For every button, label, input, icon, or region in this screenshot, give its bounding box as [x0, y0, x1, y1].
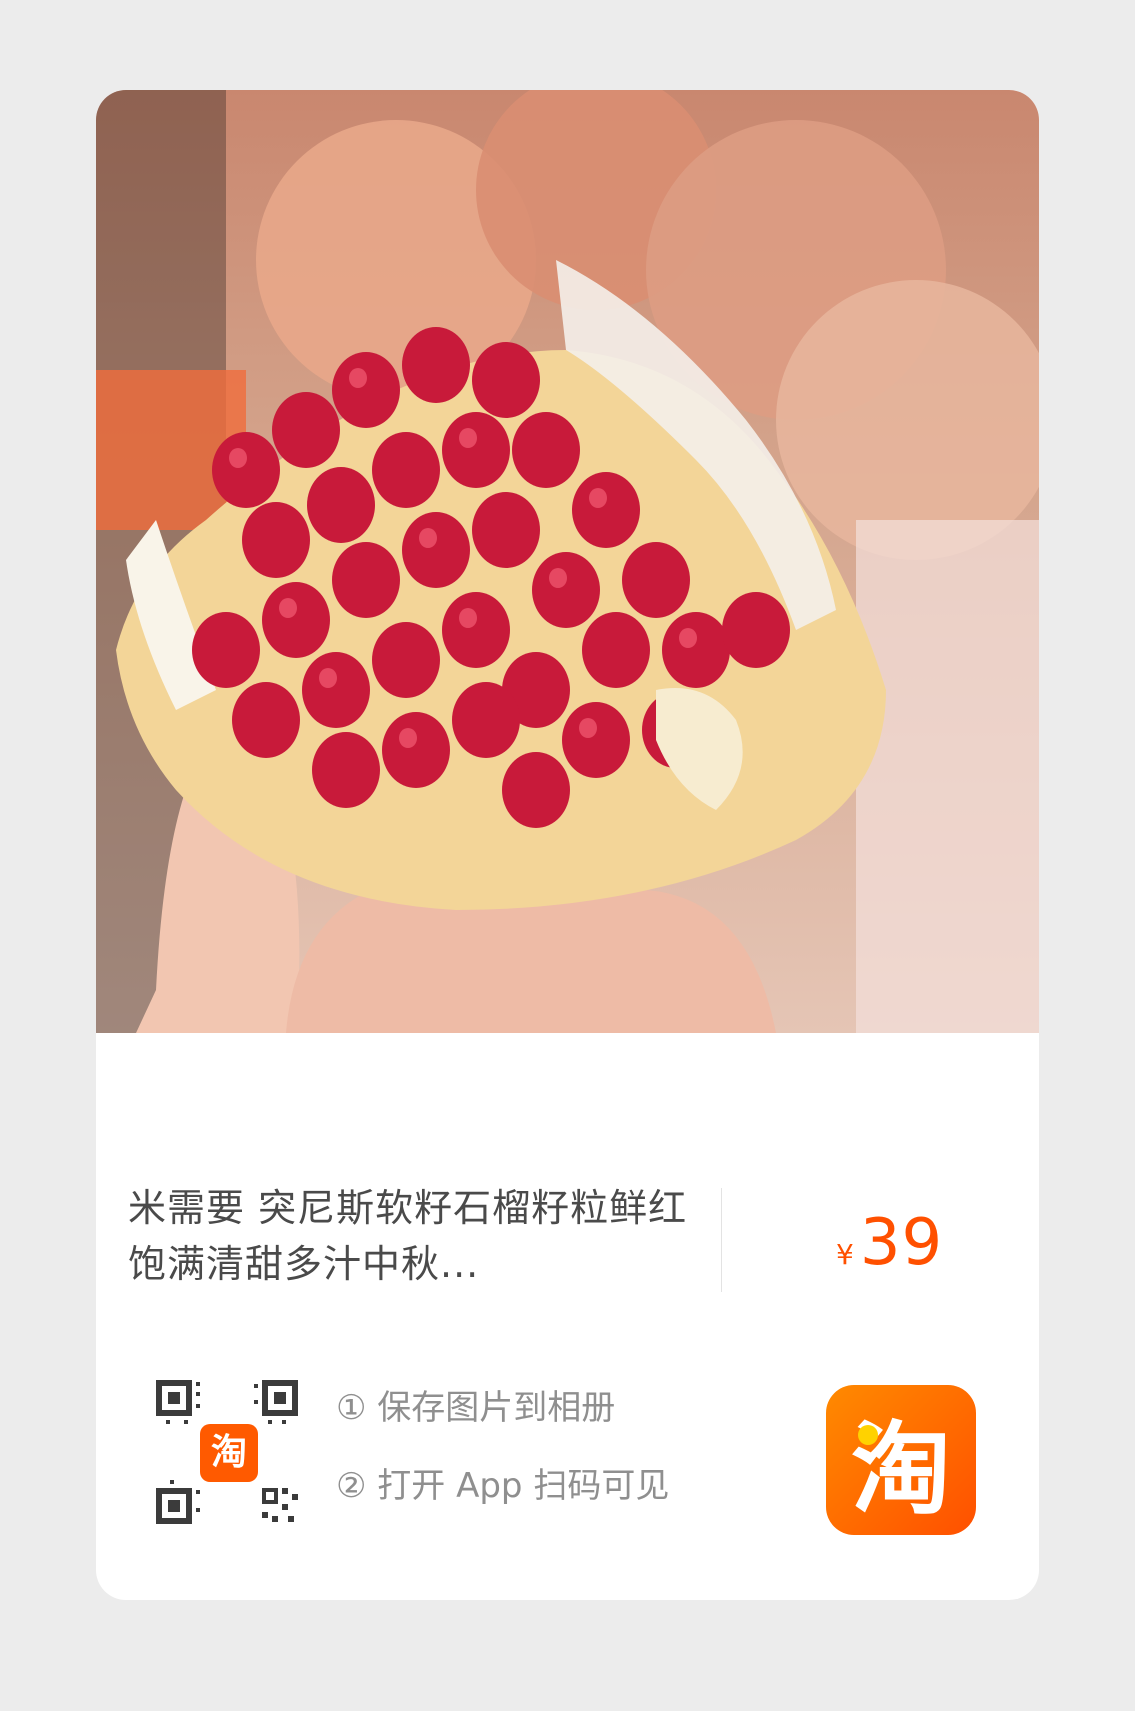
pomegranate-photo [96, 90, 1039, 1033]
product-price: ¥ 39 [836, 1206, 943, 1280]
divider [721, 1188, 722, 1292]
qr-code-icon: 淘 [156, 1380, 298, 1524]
taobao-logo-icon[interactable]: 淘 [826, 1385, 976, 1535]
logo-glyph: 淘 [851, 1410, 951, 1528]
qr-code[interactable]: 淘 [156, 1380, 302, 1526]
product-share-card: 米需要 突尼斯软籽石榴籽粒鲜红饱满清甜多汁中秋... ¥ 39 淘 ① 保存图片… [96, 90, 1039, 1600]
step-save-image: ① 保存图片到相册 [336, 1388, 616, 1428]
price-value: 39 [859, 1206, 944, 1280]
logo-dot [858, 1425, 878, 1445]
currency-symbol: ¥ [836, 1238, 854, 1271]
product-image [96, 90, 1039, 1033]
product-title[interactable]: 米需要 突尼斯软籽石榴籽粒鲜红饱满清甜多汁中秋... [128, 1180, 698, 1292]
qr-badge-glyph: 淘 [211, 1432, 247, 1473]
step-open-app: ② 打开 App 扫码可见 [336, 1466, 670, 1506]
scan-instructions: ① 保存图片到相册 ② 打开 App 扫码可见 [336, 1386, 669, 1542]
